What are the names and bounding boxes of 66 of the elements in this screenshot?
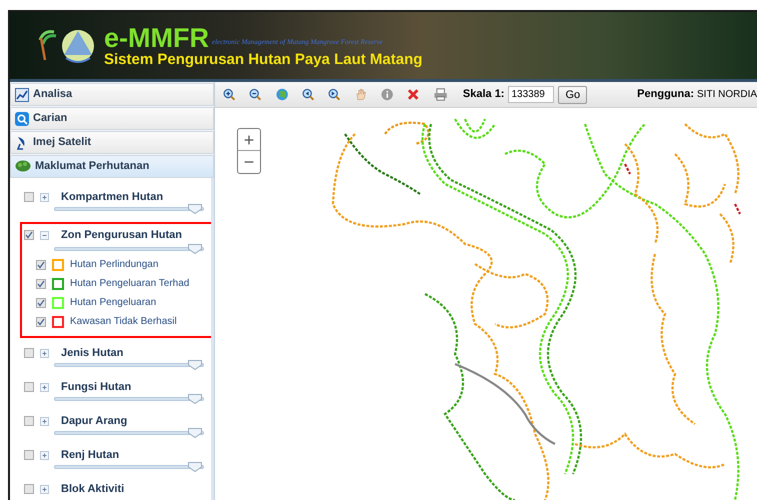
checkbox[interactable]	[24, 484, 34, 494]
layer-label[interactable]: Blok Aktiviti	[61, 480, 124, 498]
checkbox[interactable]	[24, 450, 34, 460]
checkbox[interactable]	[36, 316, 46, 326]
opacity-slider[interactable]	[54, 204, 204, 214]
checkbox[interactable]	[24, 382, 34, 392]
collapse-icon[interactable]	[40, 230, 49, 240]
opacity-slider[interactable]	[54, 394, 204, 404]
checkbox[interactable]	[36, 278, 46, 288]
legend-label: Hutan Pengeluaran	[70, 296, 156, 310]
scale-field[interactable]: 133389	[508, 86, 554, 103]
accordion-header[interactable]: Carian	[10, 107, 214, 130]
user-name: SITI NORDIA	[697, 88, 757, 102]
checkbox[interactable]	[24, 230, 34, 240]
print-icon[interactable]	[434, 88, 447, 101]
layer-label[interactable]: Renj Hutan	[61, 446, 120, 464]
expand-icon[interactable]	[40, 192, 49, 202]
tree-icon	[15, 160, 31, 173]
zoom-next-icon[interactable]	[328, 88, 341, 101]
expand-icon[interactable]	[40, 484, 49, 494]
slider-thumb[interactable]	[188, 394, 202, 404]
expand-icon[interactable]	[40, 382, 49, 392]
app-tagline: Sistem Pengurusan Hutan Paya Laut Matang	[104, 52, 422, 66]
opacity-slider[interactable]	[54, 428, 204, 438]
go-button[interactable]: Go	[558, 86, 588, 104]
expand-icon[interactable]	[40, 348, 49, 358]
zoom-previous-icon[interactable]	[302, 88, 314, 101]
opacity-slider[interactable]	[54, 360, 204, 370]
search-icon	[15, 112, 29, 126]
accordion-header[interactable]: Imej Satelit	[10, 131, 214, 154]
accordion-header[interactable]: Analisa	[10, 83, 214, 106]
slider-thumb[interactable]	[188, 204, 202, 214]
checkbox[interactable]	[36, 298, 46, 308]
checkbox[interactable]	[24, 192, 34, 202]
slider-thumb[interactable]	[188, 360, 202, 370]
scale-label: Skala 1:	[462, 87, 504, 102]
zoom-in-icon[interactable]	[223, 88, 236, 101]
opacity-slider[interactable]	[54, 462, 204, 472]
layer-label[interactable]: Kompartmen Hutan	[61, 188, 164, 206]
legend-label: Hutan Perlindungan	[70, 258, 158, 272]
opacity-slider[interactable]	[54, 244, 204, 254]
layer-label[interactable]: Zon Pengurusan Hutan	[61, 226, 182, 244]
legend-label: Kawasan Tidak Berhasil	[70, 315, 177, 329]
hand-icon[interactable]	[354, 88, 367, 101]
info-icon[interactable]	[380, 88, 394, 101]
checkbox[interactable]	[24, 348, 34, 358]
globe-icon[interactable]	[276, 88, 288, 101]
slider-thumb[interactable]	[188, 428, 202, 438]
zoom-in-button[interactable]: +	[238, 129, 260, 151]
legend-label: Hutan Pengeluaran Terhad	[70, 277, 190, 291]
app-title: e-MMFR	[104, 24, 209, 52]
accordion-header[interactable]: Maklumat Perhutanan	[10, 155, 214, 178]
layer-label[interactable]: Jenis Hutan	[61, 344, 124, 362]
checkbox[interactable]	[24, 416, 34, 426]
zoom-out-icon[interactable]	[249, 88, 262, 101]
expand-icon[interactable]	[40, 450, 49, 460]
slider-thumb[interactable]	[188, 462, 202, 472]
chart-icon	[15, 88, 29, 102]
zoom-out-button[interactable]: −	[238, 151, 260, 173]
expand-icon[interactable]	[40, 416, 49, 426]
delete-icon[interactable]	[407, 88, 420, 101]
layer-label[interactable]: Dapur Arang	[61, 412, 128, 430]
slider-thumb[interactable]	[188, 244, 202, 254]
user-label: Pengguna:	[637, 87, 694, 102]
layer-label[interactable]: Fungsi Hutan	[61, 378, 132, 396]
checkbox[interactable]	[36, 260, 46, 270]
